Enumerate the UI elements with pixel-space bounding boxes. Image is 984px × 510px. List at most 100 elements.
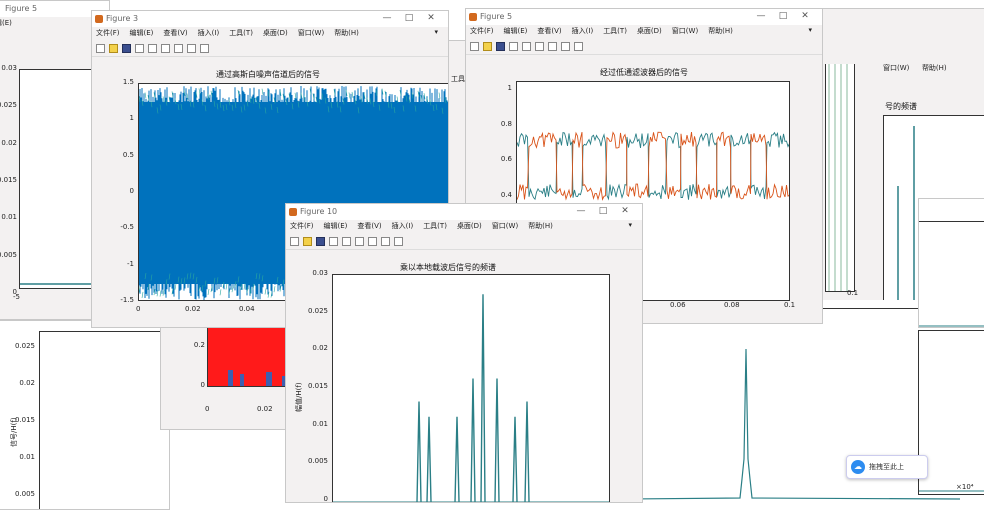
y-tick-label: 0	[323, 495, 328, 503]
save-icon[interactable]	[496, 42, 505, 51]
spectrum-peak	[494, 378, 500, 502]
legend-icon[interactable]	[200, 44, 209, 53]
y-tick-label: -1	[127, 259, 134, 268]
legend-icon[interactable]	[574, 42, 583, 51]
pointer-icon[interactable]	[187, 44, 196, 53]
datacursor-icon[interactable]	[535, 42, 544, 51]
close-icon[interactable]: ✕	[614, 206, 636, 216]
open-icon[interactable]	[303, 237, 312, 246]
datacursor-icon[interactable]	[161, 44, 170, 53]
x-tick-label: 0.02	[185, 305, 201, 313]
y-tick-label: -1.5	[120, 296, 134, 304]
pointer-icon[interactable]	[561, 42, 570, 51]
window-title: Figure 10	[300, 207, 338, 216]
menu-item-3[interactable]: 插入(I)	[572, 26, 594, 36]
y-tick-label: 0.8	[500, 119, 512, 128]
spectrum-peak	[524, 401, 530, 502]
x-tick-label: 0.02	[257, 405, 273, 413]
new-figure-icon[interactable]	[96, 44, 105, 53]
save-icon[interactable]	[316, 237, 325, 246]
zoom-icon[interactable]	[522, 42, 531, 51]
menu-item-2[interactable]: 查看(V)	[537, 26, 561, 36]
menu-item-0[interactable]: 文件(F)	[290, 221, 314, 231]
window-titlebar[interactable]: Figure 10 — □ ✕	[286, 204, 642, 220]
x-tick-label: 0	[136, 305, 141, 313]
y-tick-label: 0.025	[0, 101, 17, 110]
menu-arrow-icon[interactable]: ▾	[808, 26, 812, 34]
spectrum-peak	[470, 378, 476, 502]
menu-arrow-icon[interactable]: ▾	[434, 28, 438, 36]
figure-window-lower-left[interactable]: 信号/H(f) 0.025 0.02 0.015 0.01 0.005	[0, 320, 170, 510]
menubar: 文件(F) 编辑(E) 查看(V) 插入(I) 工具(T) 桌面(D) 窗口(W) 帮助(H)…	[466, 26, 822, 38]
minimize-icon[interactable]: —	[750, 11, 772, 21]
menu-item-7[interactable]: 帮助(H)	[334, 28, 359, 38]
colorbar-icon[interactable]	[174, 44, 183, 53]
upload-badge[interactable]: ☁ 拖拽至此上	[846, 455, 928, 479]
menu-item-6[interactable]: 窗口(W)	[492, 221, 518, 231]
menu-item-5[interactable]: 桌面(D)	[457, 221, 482, 231]
menubar: 文件(F) 编辑(E) 查看(V) 插入(I) 工具(T) 桌面(D) 窗口(W) 帮助(H)…	[286, 221, 642, 233]
figure-window-side-right[interactable]	[918, 198, 984, 328]
toolbar	[92, 41, 448, 57]
datacursor-icon[interactable]	[355, 237, 364, 246]
maximize-icon[interactable]: □	[772, 11, 794, 21]
window-title: Figure 5	[480, 12, 513, 21]
series-teal	[517, 131, 789, 201]
menu-item-tools-partial[interactable]: 工具	[451, 74, 465, 84]
colorbar-icon[interactable]	[548, 42, 557, 51]
pointer-icon[interactable]	[381, 237, 390, 246]
menu-item-7[interactable]: 帮助(H)	[708, 26, 733, 36]
menu-item-3[interactable]: 插入(I)	[198, 28, 220, 38]
window-titlebar[interactable]: Figure 5 — □ ✕	[466, 9, 822, 25]
print-icon[interactable]	[509, 42, 518, 51]
open-icon[interactable]	[109, 44, 118, 53]
print-icon[interactable]	[135, 44, 144, 53]
y-tick-label: -0.5	[120, 223, 134, 232]
menu-item-1[interactable]: 编辑(E)	[324, 221, 348, 231]
spectrum-peak	[426, 416, 432, 502]
menu-item-5[interactable]: 桌面(D)	[637, 26, 662, 36]
minimize-icon[interactable]: —	[570, 206, 592, 216]
menu-item-partial[interactable]: 辑(E)	[0, 18, 12, 28]
open-icon[interactable]	[483, 42, 492, 51]
new-figure-icon[interactable]	[290, 237, 299, 246]
close-icon[interactable]: ✕	[420, 13, 442, 23]
zoom-icon[interactable]	[148, 44, 157, 53]
menu-item-0[interactable]: 文件(F)	[470, 26, 494, 36]
menu-item-window[interactable]: 窗口(W)	[883, 63, 909, 73]
menu-item-1[interactable]: 编辑(E)	[504, 26, 528, 36]
new-figure-icon[interactable]	[470, 42, 479, 51]
maximize-icon[interactable]: □	[592, 206, 614, 216]
menu-item-help[interactable]: 帮助(H)	[922, 63, 947, 73]
colorbar-icon[interactable]	[368, 237, 377, 246]
legend-icon[interactable]	[394, 237, 403, 246]
menu-item-4[interactable]: 工具(T)	[229, 28, 253, 38]
window-title: Figure 3	[106, 14, 139, 23]
spectrum-line	[40, 332, 170, 510]
menu-arrow-icon[interactable]: ▾	[628, 221, 632, 229]
figure-window-10[interactable]: Figure 10 — □ ✕ 文件(F) 编辑(E) 查看(V) 插入(I) 工具(T) 桌…	[285, 203, 643, 503]
zoom-icon[interactable]	[342, 237, 351, 246]
window-titlebar[interactable]: Figure 3 — □ ✕	[92, 11, 448, 27]
menu-item-3[interactable]: 插入(I)	[392, 221, 414, 231]
menu-item-6[interactable]: 窗口(W)	[672, 26, 698, 36]
minimize-icon[interactable]: —	[376, 13, 398, 23]
maximize-icon[interactable]: □	[398, 13, 420, 23]
toolbar	[286, 234, 642, 250]
x-exponent-label: ×10⁴	[956, 483, 974, 491]
y-tick-label: 0	[129, 187, 134, 195]
menu-item-0[interactable]: 文件(F)	[96, 28, 120, 38]
close-icon[interactable]: ✕	[794, 11, 816, 21]
spectrum-peak	[480, 294, 486, 502]
menu-item-5[interactable]: 桌面(D)	[263, 28, 288, 38]
menu-item-7[interactable]: 帮助(H)	[528, 221, 553, 231]
menu-item-2[interactable]: 查看(V)	[357, 221, 381, 231]
figure-window-lower-right[interactable]: ×10⁴	[600, 300, 984, 510]
menu-item-4[interactable]: 工具(T)	[603, 26, 627, 36]
menu-item-1[interactable]: 编辑(E)	[130, 28, 154, 38]
save-icon[interactable]	[122, 44, 131, 53]
menu-item-2[interactable]: 查看(V)	[163, 28, 187, 38]
print-icon[interactable]	[329, 237, 338, 246]
menu-item-4[interactable]: 工具(T)	[423, 221, 447, 231]
menu-item-6[interactable]: 窗口(W)	[298, 28, 324, 38]
